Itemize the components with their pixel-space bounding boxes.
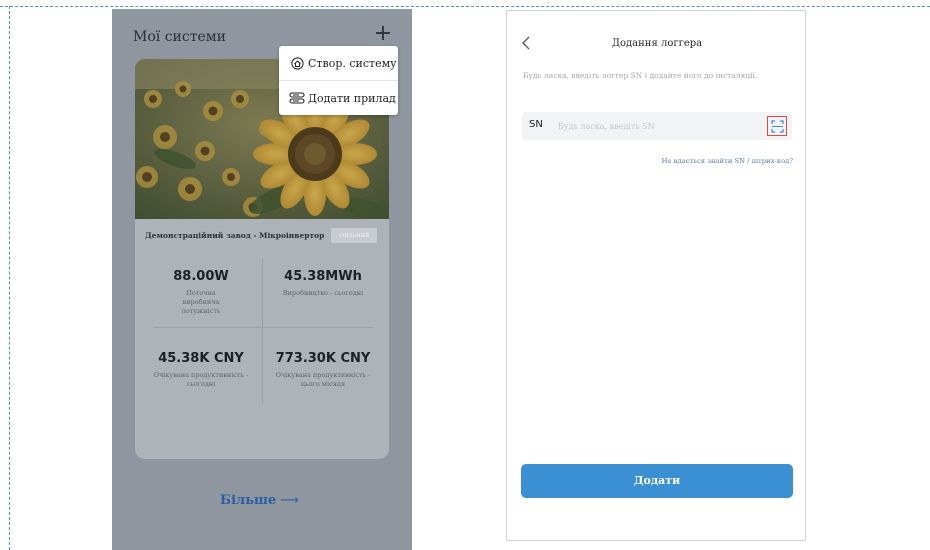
page-title: Мої системи	[133, 29, 226, 45]
arrow-right-icon: ⟶	[280, 493, 299, 508]
stat-value: 88.00W	[173, 269, 229, 284]
page-title: Додання логгера	[611, 38, 703, 49]
more-label: Більше	[220, 493, 277, 508]
stat-production-today: 45.38MWh Виробництво - сьогодні	[263, 269, 383, 298]
stat-label: Поточна виробнича потужність	[181, 289, 221, 315]
help-link[interactable]: Не вдається знайти SN / штрих-код?	[662, 157, 793, 165]
more-link[interactable]: Більше ⟶	[220, 493, 299, 508]
scan-barcode-button[interactable]	[767, 116, 787, 136]
stat-label: Виробництво - сьогодні	[282, 289, 364, 297]
system-name: Демонстраційний завод - Мікроінвертор	[145, 231, 325, 240]
dashed-border-top	[0, 6, 930, 7]
add-menu-dropdown: Створ. систему Додати прилад	[279, 46, 398, 115]
menu-item-label: Створ. систему	[308, 56, 397, 70]
menu-item-label: Додати прилад	[308, 91, 396, 105]
stat-value: 45.38K CNY	[158, 351, 244, 366]
shared-badge: спільний	[331, 228, 377, 243]
menu-item-add-device[interactable]: Додати прилад	[279, 81, 398, 115]
dashed-border-left	[9, 6, 10, 550]
stats-divider-horizontal	[153, 327, 373, 328]
stat-value: 773.30K CNY	[275, 351, 371, 366]
stat-expected-month: 773.30K CNY Очікувана продуктивність - ц…	[263, 351, 383, 389]
sn-label: SN	[529, 119, 543, 130]
stat-value: 45.38MWh	[284, 269, 362, 284]
instruction-text: Будь ласка, введіть логгер SN і додайте …	[523, 71, 758, 80]
device-icon	[289, 91, 305, 105]
sn-field: SN	[522, 112, 792, 140]
add-logger-screen: Додання логгера Будь ласка, введіть логг…	[506, 10, 806, 541]
house-icon	[289, 56, 305, 70]
stat-label: Очікувана продуктивність - цього місяця	[275, 371, 371, 388]
scan-icon	[770, 119, 784, 133]
add-button[interactable]: +	[371, 23, 395, 47]
stat-label: Очікувана продуктивність - сьогодні	[153, 371, 249, 388]
menu-item-create-system[interactable]: Створ. систему	[279, 46, 398, 80]
sn-input[interactable]	[558, 117, 758, 135]
add-button[interactable]: Додати	[521, 464, 793, 498]
stat-current-power: 88.00W Поточна виробнича потужність	[141, 269, 261, 316]
stat-expected-today: 45.38K CNY Очікувана продуктивність - сь…	[141, 351, 261, 389]
system-card[interactable]: Демонстраційний завод - Мікроінвертор сп…	[135, 59, 389, 459]
